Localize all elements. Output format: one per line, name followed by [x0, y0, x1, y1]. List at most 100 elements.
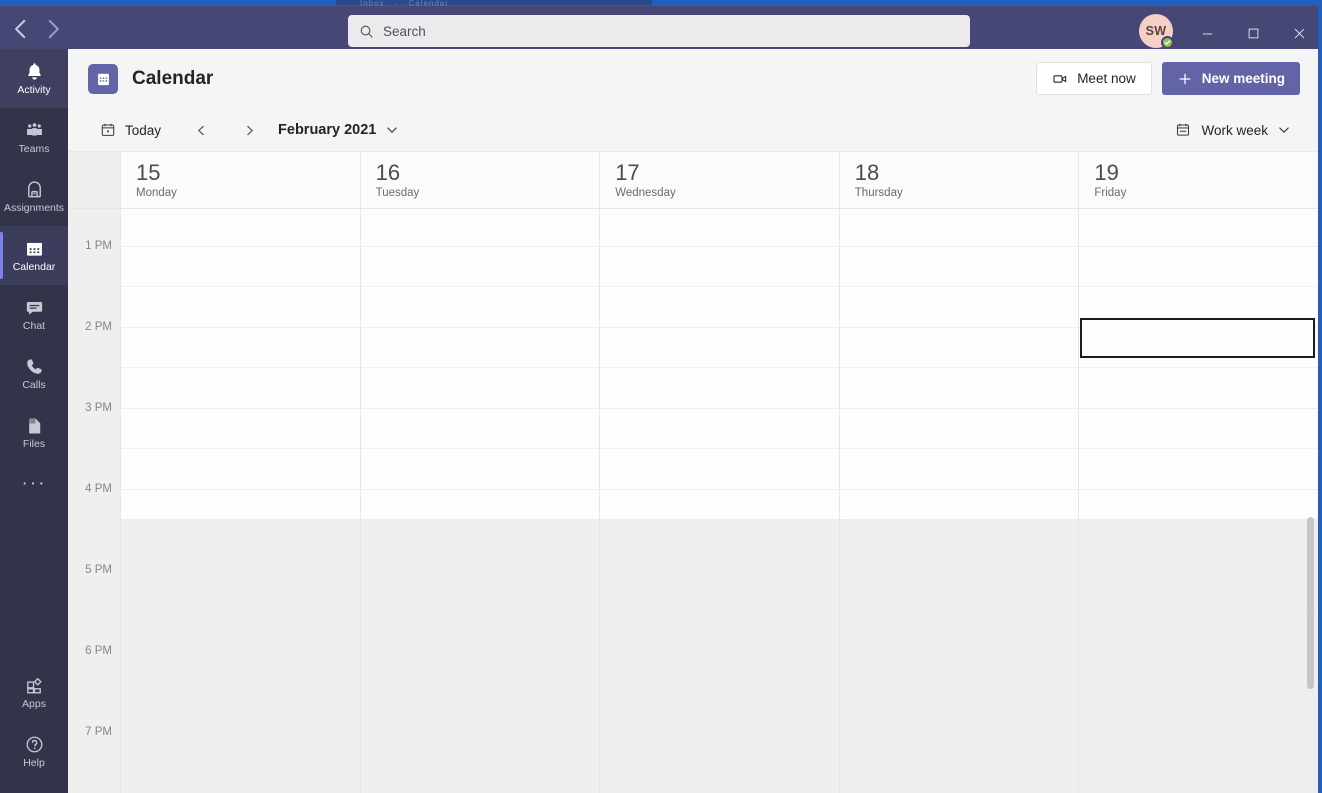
phone-icon — [24, 356, 45, 377]
day-number: 17 — [615, 160, 640, 185]
chevron-down-icon — [387, 127, 398, 133]
sidebar-more-button[interactable]: ··· — [0, 462, 68, 506]
day-column-monday[interactable] — [120, 209, 360, 793]
month-picker[interactable]: February 2021 — [278, 122, 398, 138]
day-columns — [120, 209, 1318, 793]
day-name: Monday — [136, 187, 177, 199]
sidebar-label-calls: Calls — [22, 379, 46, 391]
backpack-icon — [24, 179, 45, 200]
maximize-icon — [1248, 28, 1258, 39]
view-selector[interactable]: Work week — [1175, 122, 1290, 138]
calendar-today-icon — [101, 123, 115, 136]
search-placeholder: Search — [383, 23, 426, 39]
video-camera-icon — [1053, 74, 1067, 83]
window-right-border — [1318, 0, 1322, 793]
today-label: Today — [125, 122, 162, 138]
day-number: 16 — [375, 160, 401, 185]
today-button[interactable]: Today — [91, 115, 170, 145]
day-header-wednesday[interactable]: 17 Wednesday — [599, 152, 839, 208]
page-header: Calendar Meet now New meeting — [68, 49, 1318, 109]
sidebar-label-help: Help — [23, 757, 45, 769]
sidebar-label-files: Files — [22, 438, 46, 450]
sidebar-item-calendar[interactable]: Calendar — [0, 226, 68, 285]
time-label: 6 PM — [85, 645, 112, 657]
selected-time-slot[interactable] — [1080, 318, 1315, 358]
calendar-toolbar: Today February 2021 Work week — [68, 109, 1318, 152]
sidebar-label-chat: Chat — [22, 320, 46, 332]
apps-icon — [24, 675, 45, 696]
calendar-week-icon — [1177, 123, 1190, 136]
day-column-friday[interactable] — [1078, 209, 1318, 793]
sidebar-item-calls[interactable]: Calls — [0, 344, 68, 403]
meet-now-button[interactable]: Meet now — [1036, 62, 1152, 95]
back-button[interactable] — [8, 16, 34, 42]
day-header-monday[interactable]: 15 Monday — [120, 152, 360, 208]
time-label: 1 PM — [85, 240, 112, 252]
calendar-view: 15 Monday 16 Tuesday 17 Wednesday 18 Thu… — [68, 152, 1318, 793]
chevron-right-icon — [48, 19, 59, 39]
sidebar-bottom-group: Apps Help — [0, 663, 68, 781]
day-number: 19 — [1094, 160, 1119, 185]
nav-arrows — [8, 16, 66, 42]
file-icon — [24, 415, 45, 436]
plus-icon — [1179, 73, 1191, 84]
close-icon — [1294, 28, 1304, 39]
day-number: 18 — [854, 160, 880, 185]
search-input[interactable]: Search — [348, 15, 970, 47]
calendar-grid: 1 PM 2 PM 3 PM 4 PM 5 PM 6 PM 7 PM — [68, 209, 1318, 793]
next-week-button[interactable] — [234, 115, 264, 145]
gutter-header — [68, 152, 120, 208]
avatar[interactable]: SW — [1139, 14, 1174, 49]
time-label: 2 PM — [85, 321, 112, 333]
prev-week-button[interactable] — [186, 115, 216, 145]
day-name: Wednesday — [615, 187, 676, 199]
sidebar-item-help[interactable]: Help — [0, 722, 68, 781]
main-content: Calendar Meet now New meeting Today Febr… — [68, 49, 1318, 793]
chevron-down-icon — [1279, 127, 1289, 133]
meet-now-label: Meet now — [1077, 71, 1136, 86]
sidebar-item-teams[interactable]: Teams — [0, 108, 68, 167]
time-gutter: 1 PM 2 PM 3 PM 4 PM 5 PM 6 PM 7 PM — [68, 209, 120, 793]
view-label: Work week — [1201, 122, 1268, 138]
day-column-wednesday[interactable] — [599, 209, 839, 793]
time-label: 5 PM — [85, 564, 112, 576]
sidebar-label-activity: Activity — [17, 84, 51, 96]
day-header-friday[interactable]: 19 Friday — [1078, 152, 1318, 208]
day-name: Thursday — [854, 187, 903, 199]
chat-icon — [24, 297, 45, 318]
sidebar-label-apps: Apps — [22, 698, 46, 710]
new-meeting-button[interactable]: New meeting — [1161, 62, 1300, 95]
time-label: 3 PM — [85, 402, 112, 414]
time-label: 7 PM — [85, 726, 112, 738]
sidebar-item-activity[interactable]: Activity — [0, 49, 68, 108]
day-name: Friday — [1094, 187, 1127, 199]
chevron-right-icon — [246, 125, 253, 135]
checkmark-icon — [1164, 40, 1171, 45]
title-bar: Search SW — [0, 6, 1322, 49]
sidebar-item-apps[interactable]: Apps — [0, 663, 68, 722]
day-column-thursday[interactable] — [838, 209, 1079, 793]
day-column-tuesday[interactable] — [359, 209, 600, 793]
chevron-left-icon — [15, 19, 26, 39]
sidebar-item-files[interactable]: Files — [0, 403, 68, 462]
sidebar-label-calendar: Calendar — [12, 261, 56, 273]
sidebar-item-assignments[interactable]: Assignments — [0, 167, 68, 226]
teams-window: Inbox · · · Calendar Search SW Activity … — [0, 0, 1322, 793]
calendar-scrollbar-thumb[interactable] — [1307, 517, 1314, 689]
sidebar-item-chat[interactable]: Chat — [0, 285, 68, 344]
sidebar-label-assignments: Assignments — [3, 202, 65, 214]
minimize-icon — [1202, 33, 1212, 35]
forward-button[interactable] — [40, 16, 66, 42]
new-meeting-label: New meeting — [1201, 71, 1285, 86]
calendar-app-icon — [88, 64, 118, 94]
sidebar-label-teams: Teams — [18, 143, 50, 155]
presence-badge — [1161, 36, 1174, 49]
day-number: 15 — [136, 160, 161, 185]
time-label: 4 PM — [85, 483, 112, 495]
chevron-left-icon — [197, 125, 204, 135]
bell-icon — [24, 61, 45, 82]
calendar-icon — [24, 238, 45, 259]
day-header-tuesday[interactable]: 16 Tuesday — [359, 152, 600, 208]
calendar-icon — [97, 73, 109, 85]
day-header-thursday[interactable]: 18 Thursday — [838, 152, 1079, 208]
